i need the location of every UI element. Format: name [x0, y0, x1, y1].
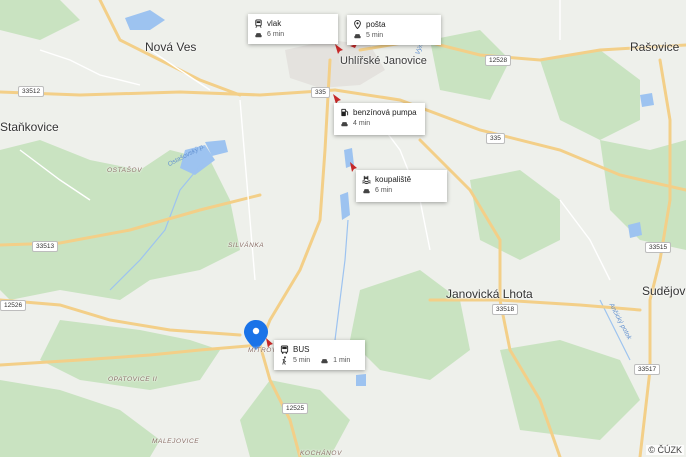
- map-view[interactable]: Nová Ves Rašovice Staňkovice Janovická L…: [0, 0, 686, 457]
- road-shield: 33515: [645, 242, 672, 253]
- poi-name: vlak: [267, 19, 282, 28]
- poi-time: 5 min: [366, 32, 384, 39]
- poi-time: 6 min: [375, 187, 393, 194]
- car-icon: [321, 359, 328, 364]
- poi-card-vlak[interactable]: vlak 6 min: [248, 14, 338, 44]
- poi-name: koupaliště: [375, 175, 412, 184]
- poi-card-posta[interactable]: pošta 5 min: [347, 15, 441, 45]
- poi-name: pošta: [366, 20, 386, 29]
- place-label-mitrov: MITROV: [248, 347, 277, 354]
- map-base: [0, 0, 686, 457]
- road-shield: 33518: [492, 304, 519, 315]
- place-label-kochanov: KOCHÁNOV: [300, 450, 343, 457]
- car-icon: [363, 189, 370, 194]
- poi-card-bus[interactable]: BUS 5 min 1 min: [274, 340, 365, 370]
- road-shield: 12525: [282, 403, 309, 414]
- place-label-malejovice: MALEJOVICE: [152, 438, 200, 445]
- poi-time: 5 min: [293, 357, 311, 364]
- poi-time: 1 min: [333, 357, 351, 364]
- road-shield: 33512: [18, 86, 45, 97]
- bus-icon: [280, 345, 289, 354]
- pin-icon: [354, 20, 361, 29]
- place-label-nova-ves: Nová Ves: [145, 40, 197, 54]
- road-shield: 335: [486, 133, 505, 144]
- place-label-opatovice: OPATOVICE II: [108, 376, 158, 383]
- poi-time: 4 min: [353, 120, 371, 127]
- place-label-sudejov: Sudějov: [642, 284, 686, 298]
- poi-card-koupaliste[interactable]: koupaliště 6 min: [356, 170, 447, 202]
- road-shield: 335: [311, 87, 330, 98]
- train-icon: [255, 19, 262, 28]
- road-shield: 12528: [485, 55, 512, 66]
- poi-card-benzinova-pumpa[interactable]: benzínová pumpa 4 min: [334, 103, 425, 135]
- car-icon: [341, 122, 348, 127]
- poi-time: 6 min: [267, 31, 285, 38]
- road-shield: 33513: [32, 241, 59, 252]
- poi-name: benzínová pumpa: [353, 108, 417, 117]
- car-icon: [354, 34, 361, 39]
- walk-icon: [282, 356, 287, 365]
- poi-name: BUS: [293, 345, 310, 354]
- place-label-janovicka-lhota: Janovická Lhota: [446, 287, 533, 301]
- car-icon: [255, 33, 262, 38]
- place-label-ostasov: OSTAŠOV: [107, 167, 143, 174]
- map-copyright[interactable]: © ČÚZK: [646, 445, 684, 455]
- fuel-icon: [341, 108, 349, 117]
- road-shield: 12526: [0, 300, 27, 311]
- place-label-stankovice: Staňkovice: [0, 120, 59, 134]
- place-label-uhlirske-janovice: Uhlířské Janovice: [340, 55, 427, 67]
- road-shield: 33517: [634, 364, 661, 375]
- place-label-rasovice: Rašovice: [630, 40, 680, 54]
- pool-icon: [362, 175, 371, 184]
- place-label-silvanka: SILVÁNKA: [228, 242, 265, 249]
